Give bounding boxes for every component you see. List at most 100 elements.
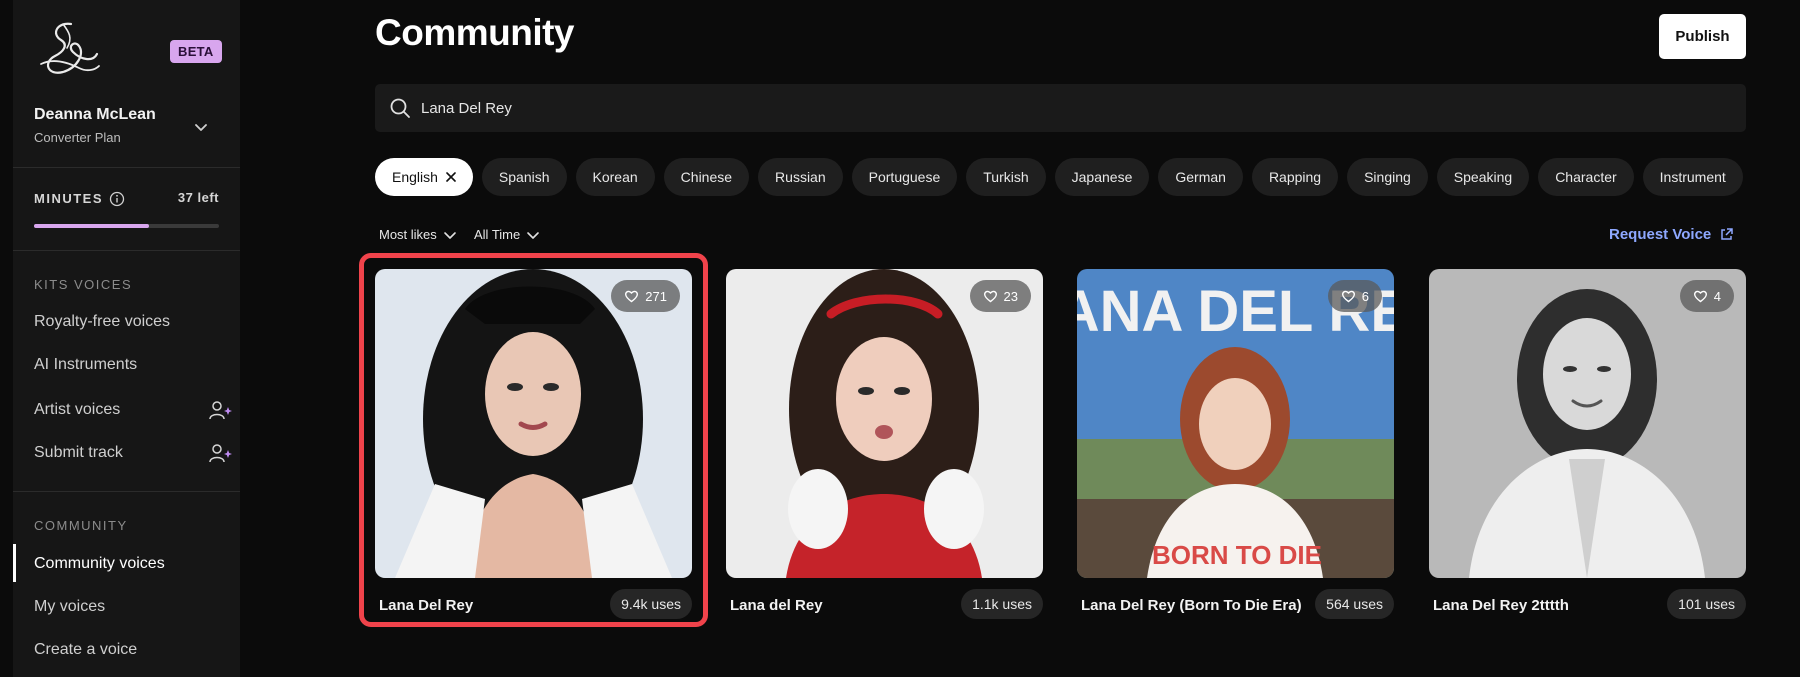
like-button[interactable]: 4 (1679, 280, 1734, 312)
user-account[interactable]: Deanna McLean Converter Plan (34, 106, 156, 145)
divider (13, 491, 240, 492)
voice-card-image[interactable]: LANA DEL REY BORN TO DIE 6 (1077, 269, 1394, 578)
filter-chip-label: Portuguese (868, 169, 941, 185)
artist-photo (726, 269, 1043, 578)
uses-badge: 9.4k uses (610, 589, 692, 619)
voice-card[interactable]: 271 Lana Del Rey 9.4k uses (375, 269, 692, 626)
active-indicator (13, 544, 16, 582)
heart-icon (1341, 290, 1355, 303)
sidebar-item-label: AI Instruments (34, 356, 138, 373)
filter-chip-korean[interactable]: Korean (575, 158, 655, 196)
filter-chip-english[interactable]: English (375, 158, 473, 196)
voice-card-name: Lana Del Rey 2tttth (1433, 597, 1569, 614)
filter-chip-label: Turkish (983, 169, 1029, 185)
sidebar-item-my-voices[interactable]: My voices (34, 598, 234, 616)
chevron-down-icon[interactable] (192, 118, 210, 136)
uses-badge: 1.1k uses (961, 589, 1043, 619)
like-count: 6 (1361, 288, 1369, 304)
filter-chip-label: Japanese (1071, 169, 1133, 185)
sidebar-item-submit-track[interactable]: Submit track (34, 442, 234, 464)
filter-chip-label: German (1175, 169, 1226, 185)
filter-chip-russian[interactable]: Russian (758, 158, 843, 196)
beta-badge: BETA (170, 40, 222, 63)
sidebar-item-label: Submit track (34, 444, 123, 461)
voice-card-image[interactable]: 271 (375, 269, 692, 578)
chevron-down-icon (443, 231, 456, 239)
heart-icon (1693, 290, 1707, 303)
sidebar-item-label: My voices (34, 598, 106, 615)
time-range-dropdown[interactable]: All Time (474, 227, 540, 242)
voice-card[interactable]: 23 Lana del Rey 1.1k uses (726, 269, 1043, 626)
like-button[interactable]: 271 (611, 280, 680, 312)
voice-card-image[interactable]: 4 (1429, 269, 1746, 578)
info-icon[interactable] (109, 191, 125, 207)
filter-chip-instrument[interactable]: Instrument (1642, 158, 1743, 196)
sort-order-label: Most likes (379, 227, 437, 242)
external-link-icon (1721, 228, 1734, 240)
sidebar-item-label: Create a voice (34, 641, 138, 658)
sidebar-item-label: Community voices (34, 555, 165, 572)
voice-card-name: Lana del Rey (730, 597, 823, 614)
sidebar-item-ai-instruments[interactable]: AI Instruments (34, 356, 234, 374)
filter-chip-label: Character (1555, 169, 1617, 185)
filter-chip-german[interactable]: German (1158, 158, 1243, 196)
search-icon (390, 98, 410, 118)
filter-chip-speaking[interactable]: Speaking (1436, 158, 1530, 196)
filter-chip-label: Instrument (1659, 169, 1726, 185)
like-count: 23 (1003, 288, 1018, 304)
search-input[interactable] (421, 99, 1621, 117)
like-count: 4 (1713, 288, 1721, 304)
close-icon[interactable] (446, 172, 456, 182)
filter-chip-label: English (392, 169, 438, 185)
minutes-progress-fill (34, 224, 149, 228)
filter-chip-label: Chinese (680, 169, 733, 185)
filter-chip-label: Spanish (498, 169, 550, 185)
filter-chips: English Spanish Korean Chinese Russian Portug… (375, 158, 1743, 196)
like-button[interactable]: 6 (1327, 280, 1382, 312)
filter-chip-label: Russian (775, 169, 826, 185)
filter-chip-turkish[interactable]: Turkish (966, 158, 1046, 196)
artist-photo (1429, 269, 1746, 578)
search-bar[interactable] (375, 84, 1746, 132)
publish-button[interactable]: Publish (1659, 14, 1746, 59)
sidebar-item-artist-voices[interactable]: Artist voices (34, 399, 234, 421)
uses-badge: 564 uses (1315, 589, 1394, 619)
filter-chip-singing[interactable]: Singing (1347, 158, 1428, 196)
voice-card-name: Lana Del Rey (379, 597, 474, 614)
section-title-community: COMMUNITY (34, 518, 128, 533)
request-voice-link[interactable]: Request Voice (1609, 226, 1734, 243)
sidebar-item-create-a-voice[interactable]: Create a voice (34, 641, 234, 659)
like-button[interactable]: 23 (969, 280, 1031, 312)
kits-logo-icon[interactable] (33, 18, 103, 78)
minutes-progress-bar (34, 224, 219, 228)
heart-icon (625, 290, 639, 303)
page-title: Community (375, 12, 575, 53)
voice-card[interactable]: 4 Lana Del Rey 2tttth 101 uses (1429, 269, 1746, 626)
sidebar-item-royalty-free-voices[interactable]: Royalty-free voices (34, 313, 234, 331)
filter-chip-chinese[interactable]: Chinese (663, 158, 750, 196)
app: BETA Deanna McLean Converter Plan MINUTE… (0, 0, 1800, 677)
filter-chip-character[interactable]: Character (1538, 158, 1634, 196)
filter-chip-rapping[interactable]: Rapping (1251, 158, 1339, 196)
divider (13, 167, 240, 168)
album-cover: LANA DEL REY BORN TO DIE (1077, 269, 1394, 578)
voice-card[interactable]: LANA DEL REY BORN TO DIE 6 Lana Del Rey … (1077, 269, 1394, 626)
section-title-kits-voices: KITS VOICES (34, 277, 133, 292)
album-cover-subtitle: BORN TO DIE (1152, 540, 1322, 570)
filter-chip-spanish[interactable]: Spanish (481, 158, 567, 196)
sidebar-item-community-voices[interactable]: Community voices (34, 555, 234, 573)
voice-card-image[interactable]: 23 (726, 269, 1043, 578)
sidebar-item-label: Royalty-free voices (34, 313, 171, 330)
filter-chip-portuguese[interactable]: Portuguese (851, 158, 958, 196)
filter-chip-japanese[interactable]: Japanese (1054, 158, 1150, 196)
filter-chip-label: Korean (592, 169, 638, 185)
sidebar-item-label: Artist voices (34, 401, 121, 418)
user-sparkle-icon (209, 444, 232, 463)
sort-order-dropdown[interactable]: Most likes (379, 227, 457, 242)
divider (13, 250, 240, 251)
request-voice-label: Request Voice (1609, 226, 1712, 243)
minutes-label: MINUTES (34, 191, 103, 206)
voice-card-name: Lana Del Rey (Born To Die Era) (1081, 597, 1302, 614)
uses-badge: 101 uses (1667, 589, 1746, 619)
chevron-down-icon (527, 231, 540, 239)
